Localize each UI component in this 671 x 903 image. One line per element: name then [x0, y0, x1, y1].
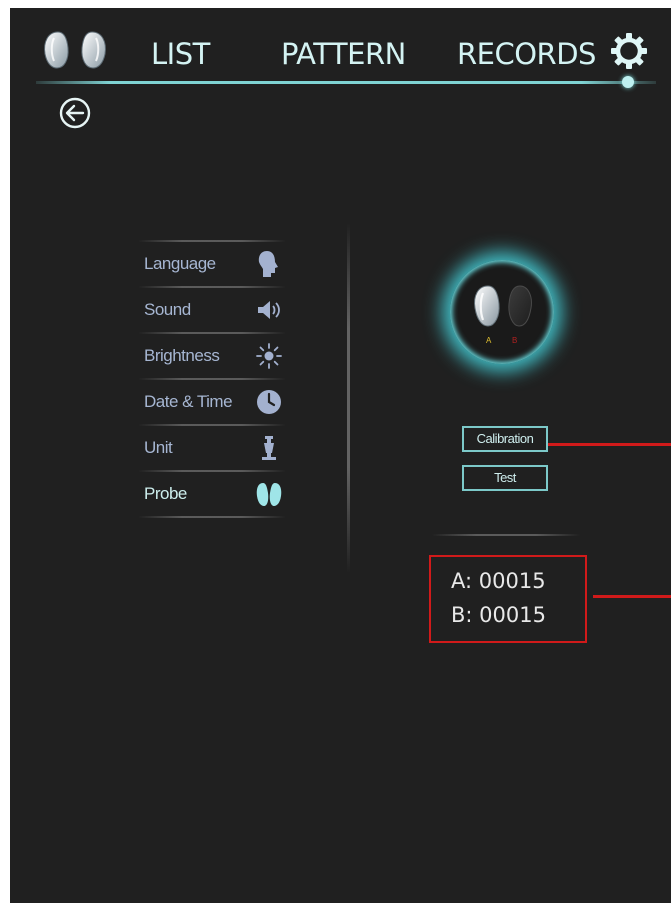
head-icon: [258, 251, 278, 277]
back-arrow-icon[interactable]: [58, 96, 92, 130]
probe-counter-box: A: 00015 B: 00015: [429, 555, 587, 643]
menu-item-label: Sound: [144, 300, 191, 319]
probe-logo-icon: [44, 31, 106, 69]
probe-b-label: B: [512, 336, 518, 345]
callout-line-calibration: [548, 443, 671, 446]
nav-position-indicator: [622, 76, 634, 88]
menu-divider: [138, 516, 286, 518]
probe-a-label: A: [486, 336, 492, 345]
test-button[interactable]: Test: [462, 465, 548, 491]
menu-item-label: Language: [144, 254, 216, 273]
speaker-icon: [258, 301, 280, 319]
device-screen: LIST PATTERN RECORDS Language Sound Brig…: [10, 8, 671, 903]
probe-pair-icon: [474, 285, 532, 327]
probe-icon: [256, 483, 282, 506]
tab-pattern[interactable]: PATTERN: [281, 36, 406, 72]
vertical-divider: [347, 223, 350, 573]
probe-status-circle: A B: [450, 260, 554, 364]
menu-item-language[interactable]: Language: [138, 242, 286, 286]
menu-item-label: Brightness: [144, 346, 220, 365]
menu-item-sound[interactable]: Sound: [138, 288, 286, 332]
settings-menu: Language Sound Brightness Date & Time Un…: [138, 240, 286, 518]
menu-item-date-time[interactable]: Date & Time: [138, 380, 286, 424]
probe-a-counter: A: 00015: [451, 569, 546, 593]
menu-item-label: Date & Time: [144, 392, 233, 411]
unit-icon: [262, 436, 276, 460]
gear-icon[interactable]: [608, 30, 650, 72]
nav-underline: [36, 81, 656, 84]
menu-item-unit[interactable]: Unit: [138, 426, 286, 470]
callout-line-counter: [593, 595, 671, 598]
horizontal-divider: [432, 534, 580, 536]
sun-icon: [256, 343, 282, 369]
tab-records[interactable]: RECORDS: [457, 36, 596, 72]
calibration-button[interactable]: Calibration: [462, 426, 548, 452]
probe-b-counter: B: 00015: [451, 603, 546, 627]
clock-icon: [257, 390, 281, 414]
menu-item-probe[interactable]: Probe: [138, 472, 286, 516]
menu-item-label: Unit: [144, 438, 173, 457]
tab-list[interactable]: LIST: [151, 36, 210, 72]
menu-item-label: Probe: [144, 484, 187, 503]
menu-item-brightness[interactable]: Brightness: [138, 334, 286, 378]
